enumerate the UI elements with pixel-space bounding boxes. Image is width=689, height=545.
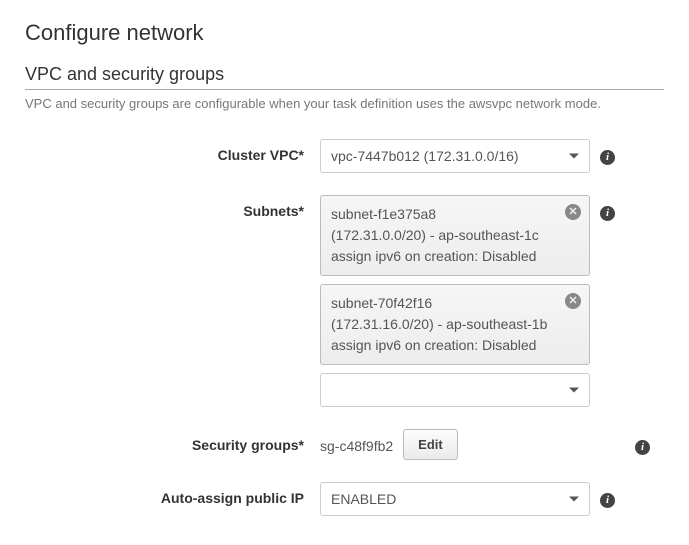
subnet-id: subnet-70f42f16 xyxy=(331,293,559,314)
field-auto-assign-ip: Auto-assign public IP ENABLED i xyxy=(25,482,664,516)
info-icon[interactable]: i xyxy=(600,493,615,508)
chevron-down-icon xyxy=(569,154,579,159)
security-group-value: sg-c48f9fb2 xyxy=(320,436,393,454)
field-security-groups: Security groups* sg-c48f9fb2 Edit i xyxy=(25,429,664,460)
edit-security-groups-button[interactable]: Edit xyxy=(403,429,458,460)
field-subnets: Subnets* subnet-f1e375a8 (172.31.0.0/20)… xyxy=(25,195,664,407)
chevron-down-icon xyxy=(569,497,579,502)
select-auto-assign-ip[interactable]: ENABLED xyxy=(320,482,590,516)
field-cluster-vpc: Cluster VPC* vpc-7447b012 (172.31.0.0/16… xyxy=(25,139,664,173)
remove-subnet-icon[interactable]: ✕ xyxy=(565,293,581,309)
label-security-groups: Security groups* xyxy=(25,429,320,453)
subnet-details: (172.31.0.0/20) - ap-southeast-1c xyxy=(331,225,559,246)
label-auto-assign-ip: Auto-assign public IP xyxy=(25,482,320,506)
subnet-tag: subnet-f1e375a8 (172.31.0.0/20) - ap-sou… xyxy=(320,195,590,276)
label-cluster-vpc: Cluster VPC* xyxy=(25,139,320,163)
select-cluster-vpc[interactable]: vpc-7447b012 (172.31.0.0/16) xyxy=(320,139,590,173)
page-title: Configure network xyxy=(25,20,664,46)
chevron-down-icon xyxy=(569,388,579,393)
select-cluster-vpc-value: vpc-7447b012 (172.31.0.0/16) xyxy=(331,148,519,164)
remove-subnet-icon[interactable]: ✕ xyxy=(565,204,581,220)
subnet-id: subnet-f1e375a8 xyxy=(331,204,559,225)
section-description: VPC and security groups are configurable… xyxy=(25,96,664,111)
select-add-subnet[interactable] xyxy=(320,373,590,407)
info-icon[interactable]: i xyxy=(600,150,615,165)
select-auto-assign-ip-value: ENABLED xyxy=(331,491,396,507)
info-icon[interactable]: i xyxy=(600,206,615,221)
section-title-vpc-sg: VPC and security groups xyxy=(25,64,664,90)
label-subnets: Subnets* xyxy=(25,195,320,219)
subnet-tag: subnet-70f42f16 (172.31.16.0/20) - ap-so… xyxy=(320,284,590,365)
info-icon[interactable]: i xyxy=(635,440,650,455)
subnet-details: (172.31.16.0/20) - ap-southeast-1b xyxy=(331,314,559,335)
subnet-ipv6: assign ipv6 on creation: Disabled xyxy=(331,335,559,356)
subnet-ipv6: assign ipv6 on creation: Disabled xyxy=(331,246,559,267)
